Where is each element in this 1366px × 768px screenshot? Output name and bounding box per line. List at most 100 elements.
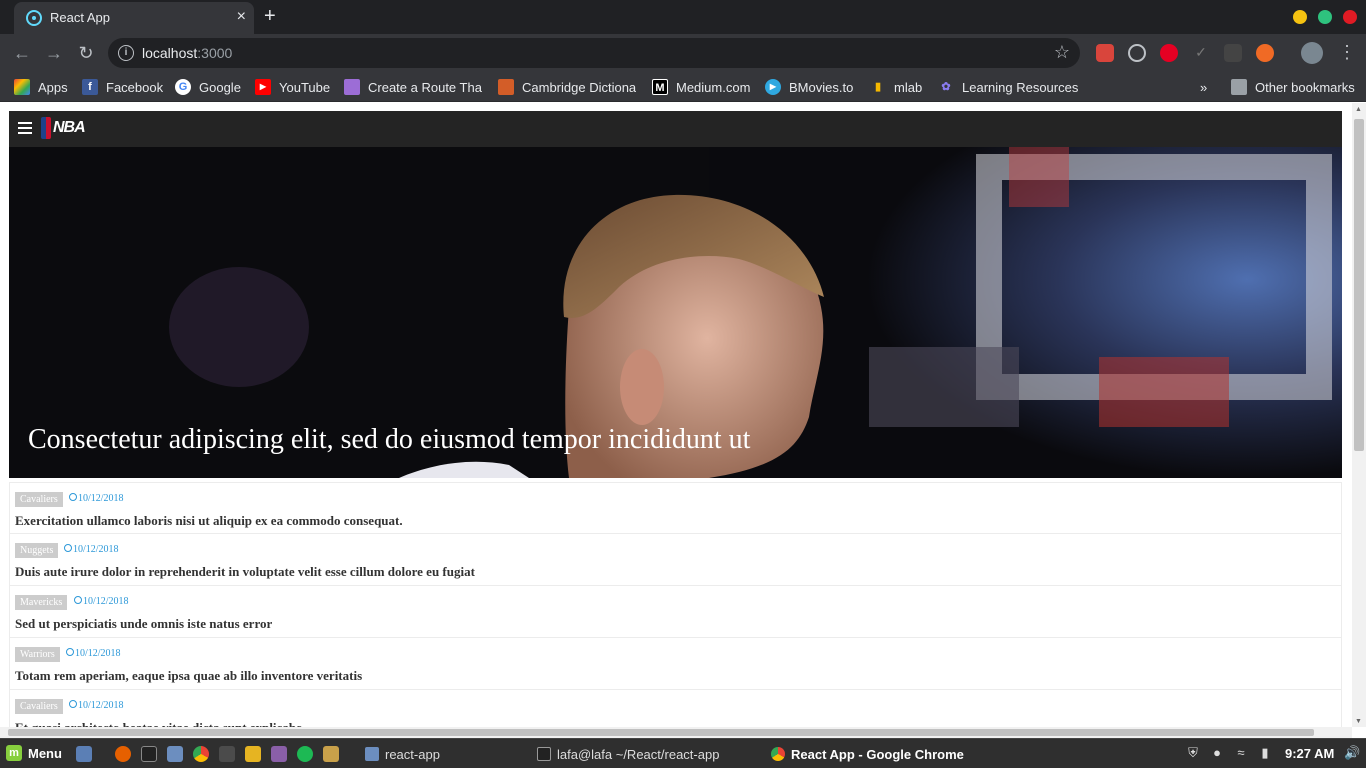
medium-icon: M: [652, 79, 668, 95]
chrome-icon: [771, 747, 785, 761]
news-headline: Duis aute irure dolor in reprehenderit i…: [15, 564, 475, 579]
wifi-icon[interactable]: ≈: [1233, 745, 1249, 761]
extension-icon-2[interactable]: [1128, 44, 1146, 62]
video-icon[interactable]: [271, 746, 287, 762]
bookmark-facebook[interactable]: f Facebook: [82, 77, 163, 97]
chrome-menu-icon[interactable]: ⋮: [1338, 42, 1356, 63]
apps-grid-icon: [14, 79, 30, 95]
bookmark-medium[interactable]: M Medium.com: [652, 77, 750, 97]
profile-avatar[interactable]: [1301, 42, 1323, 64]
post-date: 10/12/2018: [64, 544, 119, 555]
files-icon[interactable]: [167, 746, 183, 762]
pinterest-icon[interactable]: [1160, 44, 1178, 62]
react-favicon-icon: [26, 10, 42, 26]
browser-title-bar: React App × +: [0, 0, 1366, 34]
bookmark-cambridge[interactable]: Cambridge Dictiona: [498, 77, 636, 97]
page-viewport: NBA Consectetur adipiscing elit, sed do …: [0, 103, 1366, 738]
extension-icon-5[interactable]: [1224, 44, 1242, 62]
team-badge: Mavericks: [15, 595, 68, 610]
minimize-button[interactable]: [1293, 10, 1307, 24]
notes-icon[interactable]: [245, 746, 261, 762]
maximize-button[interactable]: [1318, 10, 1332, 24]
browser-tab[interactable]: React App ×: [14, 2, 254, 34]
task-chrome[interactable]: React App - Google Chrome: [771, 744, 964, 764]
play-icon: ▶: [765, 79, 781, 95]
team-badge: Cavaliers: [15, 699, 63, 714]
post-date: 10/12/2018: [69, 700, 124, 711]
bookmark-learning-resources[interactable]: ✿ Learning Resources: [938, 77, 1078, 97]
horizontal-scroll-thumb[interactable]: [8, 729, 1314, 736]
close-window-button[interactable]: [1343, 10, 1357, 24]
news-list: Cavaliers 10/12/2018 Exercitation ullamc…: [9, 482, 1342, 738]
featured-article[interactable]: Consectetur adipiscing elit, sed do eius…: [9, 147, 1342, 478]
info-icon[interactable]: i: [118, 45, 134, 61]
bookmarks-overflow-button[interactable]: »: [1200, 77, 1207, 97]
chrome-icon[interactable]: [193, 746, 209, 762]
extension-icon-6[interactable]: [1256, 44, 1274, 62]
learning-icon: ✿: [938, 79, 954, 95]
task-react-app-folder[interactable]: react-app: [365, 744, 440, 764]
volume-icon[interactable]: 🔊: [1344, 745, 1360, 761]
team-badge: Nuggets: [15, 543, 59, 558]
show-desktop-icon[interactable]: [76, 746, 92, 762]
user-icon[interactable]: ●: [1209, 745, 1225, 761]
app-header: NBA: [9, 111, 1342, 147]
bookmark-apps[interactable]: Apps: [14, 77, 68, 97]
bookmark-youtube[interactable]: ▶ YouTube: [255, 77, 330, 97]
terminal-icon[interactable]: [141, 746, 157, 762]
address-bar[interactable]: i localhost:3000 ☆: [108, 38, 1080, 68]
folder-icon: [365, 747, 379, 761]
vertical-scroll-thumb[interactable]: [1354, 119, 1364, 451]
hamburger-menu-icon[interactable]: [18, 122, 32, 134]
task-terminal[interactable]: lafa@lafa ~/React/react-app: [537, 744, 719, 764]
post-date: 10/12/2018: [69, 493, 124, 504]
bookmark-star-icon[interactable]: ☆: [1054, 42, 1070, 63]
clock-icon: [74, 596, 82, 604]
battery-icon[interactable]: ▮: [1257, 745, 1273, 761]
back-arrow-icon[interactable]: ←: [10, 41, 34, 65]
clock-icon: [69, 700, 77, 708]
new-tab-button[interactable]: +: [264, 6, 276, 26]
system-clock[interactable]: 9:27 AM: [1285, 746, 1334, 761]
team-badge: Warriors: [15, 647, 60, 662]
vertical-scrollbar[interactable]: ▲ ▼: [1352, 103, 1366, 727]
nba-logo[interactable]: NBA: [41, 117, 86, 139]
bookmark-create-route[interactable]: Create a Route That: [344, 77, 482, 97]
mint-logo-icon: m: [6, 745, 22, 761]
horizontal-scrollbar[interactable]: [0, 727, 1352, 738]
clock-icon: [66, 648, 74, 656]
list-item[interactable]: Cavaliers 10/12/2018 Exercitation ullamc…: [9, 482, 1342, 534]
cambridge-shield-icon: [498, 79, 514, 95]
facebook-icon: f: [82, 79, 98, 95]
spotify-icon[interactable]: [297, 746, 313, 762]
clock-icon: [64, 544, 72, 552]
cloud-icon: [344, 79, 360, 95]
start-menu-button[interactable]: m Menu: [6, 745, 62, 761]
list-item[interactable]: Mavericks 10/12/2018 Sed ut perspiciatis…: [9, 586, 1342, 638]
featured-headline: Consectetur adipiscing elit, sed do eius…: [28, 424, 751, 455]
post-date: 10/12/2018: [66, 648, 121, 659]
bookmark-bmovies[interactable]: ▶ BMovies.to: [765, 77, 853, 97]
other-bookmarks[interactable]: Other bookmarks: [1231, 77, 1355, 97]
browser-toolbar: ← → ↻ i localhost:3000 ☆ ✓ ⋮: [0, 34, 1366, 72]
list-item[interactable]: Nuggets 10/12/2018 Duis aute irure dolor…: [9, 534, 1342, 586]
bookmark-mlab[interactable]: ▮ mlab: [870, 77, 922, 97]
shield-icon[interactable]: ⛨: [1185, 745, 1201, 761]
reload-icon[interactable]: ↻: [74, 41, 98, 65]
list-item[interactable]: Warriors 10/12/2018 Totam rem aperiam, e…: [9, 638, 1342, 690]
sublime-icon[interactable]: [219, 746, 235, 762]
tab-close-icon[interactable]: ×: [237, 8, 246, 26]
clock-icon: [69, 493, 77, 501]
extension-icon-1[interactable]: [1096, 44, 1114, 62]
bookmark-google[interactable]: G Google: [175, 77, 241, 97]
news-headline: Exercitation ullamco laboris nisi ut ali…: [15, 513, 403, 528]
terminal-icon: [537, 747, 551, 761]
firefox-icon[interactable]: [115, 746, 131, 762]
bookmarks-bar: Apps f Facebook G Google ▶ YouTube Create a…: [0, 72, 1366, 102]
forward-arrow-icon[interactable]: →: [42, 41, 66, 65]
image-viewer-icon[interactable]: [323, 746, 339, 762]
check-extension-icon[interactable]: ✓: [1192, 44, 1210, 62]
os-taskbar: m Menu react-app lafa@lafa ~/React/react-…: [0, 738, 1366, 768]
news-headline: Sed ut perspiciatis unde omnis iste natu…: [15, 616, 273, 631]
url-text: localhost:3000: [142, 45, 233, 61]
